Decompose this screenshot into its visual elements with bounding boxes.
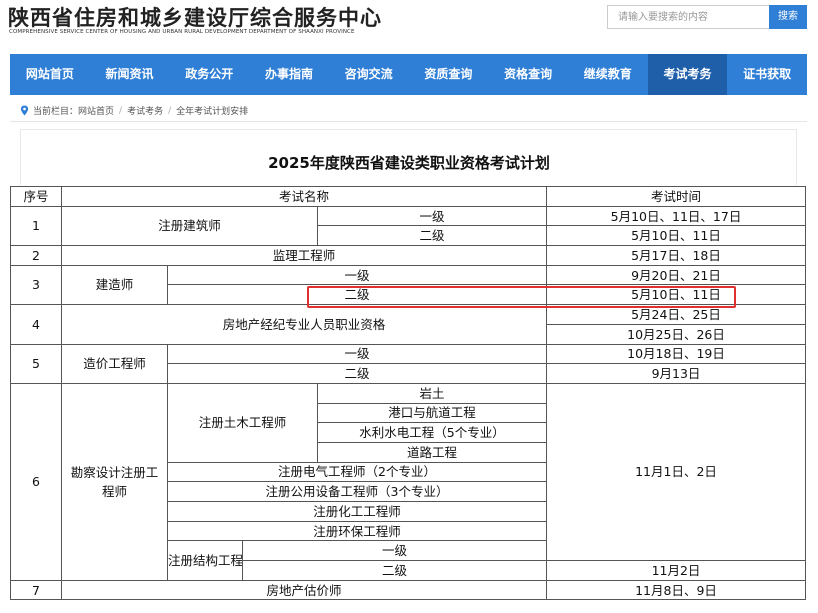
cell-exam-time: 11月2日 xyxy=(546,560,806,581)
site-header: 陕西省住房和城乡建设厅综合服务中心 COMPREHENSIVE SERVICE … xyxy=(0,0,818,54)
cell-seq: 3 xyxy=(10,264,62,306)
exam-schedule-table: 序号 考试名称 考试时间 1 注册建筑师 一级 5月10日、11日、17日 二级… xyxy=(10,186,806,601)
nav-item-gov-affairs[interactable]: 政务公开 xyxy=(169,54,249,95)
header-exam-time: 考试时间 xyxy=(546,186,806,207)
cell-level: 一级 xyxy=(317,205,547,227)
location-pin-icon xyxy=(20,105,29,116)
cell-exam-time: 10月18日、19日 xyxy=(546,343,806,365)
cell-seq: 4 xyxy=(10,304,62,345)
cell-level: 二级 xyxy=(317,225,547,247)
cell-exam-time: 5月24日、25日 xyxy=(546,304,806,325)
table-row: 4 房地产经纪专业人员职业资格 5月24日、25日 xyxy=(10,304,806,345)
cell-seq: 2 xyxy=(10,245,62,266)
breadcrumb-divider xyxy=(10,121,807,122)
cell-exam-name: 注册建筑师 xyxy=(61,205,318,247)
cell-level: 二级 xyxy=(242,560,547,581)
breadcrumb-exams[interactable]: 考试考务 xyxy=(127,104,163,117)
search-input[interactable] xyxy=(607,5,769,29)
cell-seq: 6 xyxy=(10,382,62,581)
breadcrumb-separator: / xyxy=(168,105,172,116)
cell-level: 一级 xyxy=(167,343,547,365)
breadcrumb-label: 当前栏目： xyxy=(33,107,79,117)
nav-item-guide[interactable]: 办事指南 xyxy=(249,54,329,95)
cell-exam-time: 5月17日、18日 xyxy=(546,245,806,266)
cell-specialty: 道路工程 xyxy=(317,441,547,463)
cell-exam-time: 5月10日、11日、17日 xyxy=(546,205,806,227)
cell-seq: 1 xyxy=(10,205,62,247)
cell-level: 一级 xyxy=(167,264,547,286)
main-nav: 网站首页 新闻资讯 政务公开 办事指南 咨询交流 资质查询 资格查询 继续教育 … xyxy=(10,54,807,95)
header-exam-name: 考试名称 xyxy=(61,186,547,207)
table-header-row: 序号 考试名称 考试时间 xyxy=(10,186,806,207)
cell-exam-time: 10月25日、26日 xyxy=(546,323,806,345)
nav-item-consult[interactable]: 咨询交流 xyxy=(329,54,409,95)
cell-sub-exam: 注册电气工程师（2个专业） xyxy=(167,461,547,483)
cell-exam-time: 5月10日、11日 xyxy=(546,284,806,306)
nav-item-exams[interactable]: 考试考务 xyxy=(647,54,728,95)
nav-item-news[interactable]: 新闻资讯 xyxy=(90,54,170,95)
table-row: 1 注册建筑师 一级 5月10日、11日、17日 xyxy=(10,205,806,247)
cell-sub-exam: 注册土木工程师 xyxy=(167,382,318,463)
cell-exam-name: 勘察设计注册工程师 xyxy=(61,382,168,581)
table-row: 6 勘察设计注册工程师 注册土木工程师 岩土 11月1日、2日 xyxy=(10,382,806,581)
site-subtitle: COMPREHENSIVE SERVICE CENTER OF HOUSING … xyxy=(9,29,355,35)
cell-exam-time: 9月13日 xyxy=(546,363,806,384)
breadcrumb-separator: / xyxy=(119,105,123,116)
cell-exam-name: 房地产估价师 xyxy=(61,579,547,601)
cell-exam-name: 造价工程师 xyxy=(61,343,168,384)
cell-sub-exam: 注册结构工程师 xyxy=(167,540,243,581)
cell-level: 二级 xyxy=(167,363,547,384)
article-title: 2025年度陕西省建设类职业资格考试计划 xyxy=(268,154,550,172)
cell-seq: 5 xyxy=(10,343,62,384)
cell-sub-exam: 注册公用设备工程师（3个专业） xyxy=(167,481,547,502)
cell-specialty: 港口与航道工程 xyxy=(317,402,547,424)
table-row: 3 建造师 一级 9月20日、21日 xyxy=(10,264,806,306)
breadcrumb-home[interactable]: 网站首页 xyxy=(78,104,114,117)
table-row: 7 房地产估价师 11月8日、9日 xyxy=(10,579,806,601)
nav-item-certificate-obtain[interactable]: 证书获取 xyxy=(727,54,807,95)
cell-specialty: 水利水电工程（5个专业） xyxy=(317,422,547,443)
cell-exam-time: 11月1日、2日 xyxy=(546,382,806,562)
cell-specialty: 岩土 xyxy=(317,382,547,404)
table-row: 5 造价工程师 一级 10月18日、19日 xyxy=(10,343,806,384)
cell-sub-exam: 注册环保工程师 xyxy=(167,520,547,542)
nav-item-certificate-query[interactable]: 资格查询 xyxy=(488,54,568,95)
search-button[interactable]: 搜索 xyxy=(769,5,807,29)
cell-exam-name: 房地产经纪专业人员职业资格 xyxy=(61,304,547,345)
nav-item-qualification-query[interactable]: 资质查询 xyxy=(409,54,489,95)
nav-item-continuing-education[interactable]: 继续教育 xyxy=(568,54,648,95)
site-title[interactable]: 陕西省住房和城乡建设厅综合服务中心 xyxy=(8,2,382,32)
cell-level: 二级 xyxy=(167,284,547,306)
header-seq: 序号 xyxy=(10,186,62,207)
table-row: 2 监理工程师 5月17日、18日 xyxy=(10,245,806,266)
breadcrumb: 当前栏目： 网站首页 / 考试考务 / 全年考试计划安排 xyxy=(20,104,248,117)
cell-exam-time: 9月20日、21日 xyxy=(546,264,806,286)
cell-sub-exam: 注册化工工程师 xyxy=(167,501,547,522)
cell-seq: 7 xyxy=(10,579,62,601)
cell-exam-name: 监理工程师 xyxy=(61,245,547,266)
breadcrumb-current[interactable]: 全年考试计划安排 xyxy=(176,104,248,117)
cell-exam-name: 建造师 xyxy=(61,264,168,306)
cell-level: 一级 xyxy=(242,540,547,562)
cell-exam-time: 5月10日、11日 xyxy=(546,225,806,247)
cell-exam-time: 11月8日、9日 xyxy=(546,579,806,601)
nav-item-home[interactable]: 网站首页 xyxy=(10,54,90,95)
